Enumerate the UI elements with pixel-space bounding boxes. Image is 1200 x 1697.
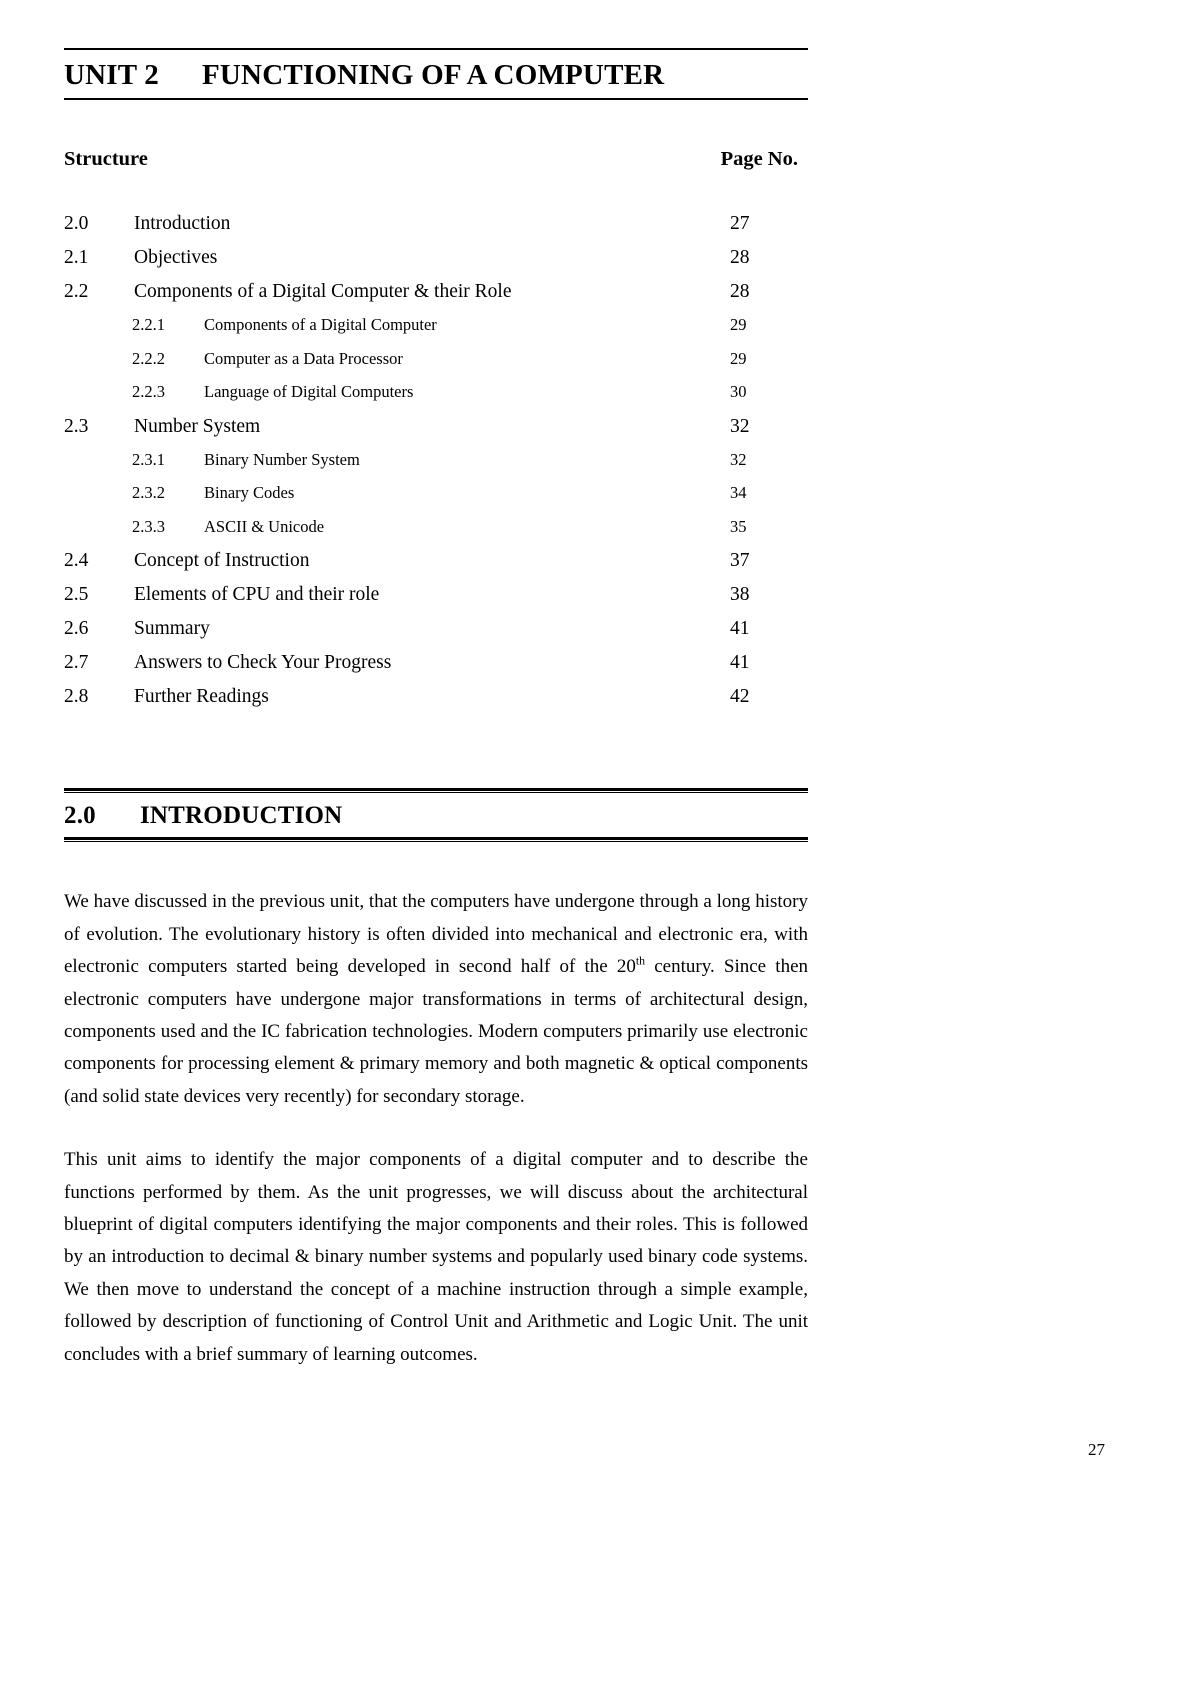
toc-entry-number: 2.6 xyxy=(64,618,89,640)
unit-title-block: UNIT 2 FUNCTIONING OF A COMPUTER xyxy=(64,48,808,101)
toc-entry-number: 2.3.3 xyxy=(132,516,165,536)
section-number: 2.0 xyxy=(64,802,96,830)
toc-entry-title: Language of Digital Computers xyxy=(204,382,414,402)
toc-entry-number: 2.3.1 xyxy=(132,449,165,469)
toc-entry-title: Introduction xyxy=(134,213,231,235)
toc-entry-page: 37 xyxy=(730,550,750,572)
toc-entry-title: Summary xyxy=(134,618,210,640)
toc-entry-page: 29 xyxy=(730,315,747,335)
toc-entry-page: 29 xyxy=(730,348,747,368)
section-heading-block: 2.0 INTRODUCTION xyxy=(64,788,808,843)
toc-entry-title: Computer as a Data Processor xyxy=(204,348,403,368)
toc-entry-title: Binary Number System xyxy=(204,449,360,469)
toc-entry-title: Further Readings xyxy=(134,686,269,708)
toc-row[interactable]: 2.4 Concept of Instruction 37 xyxy=(64,550,808,584)
toc-entry-page: 42 xyxy=(730,686,750,708)
section-rule-bottom xyxy=(64,837,808,843)
toc-entry-number: 2.5 xyxy=(64,584,89,606)
toc-entry-number: 2.2 xyxy=(64,281,89,303)
toc-entry-number: 2.1 xyxy=(64,247,89,269)
toc-entry-page: 41 xyxy=(730,618,750,640)
toc-entry-number: 2.4 xyxy=(64,550,89,572)
folio-page-number: 27 xyxy=(1088,1440,1105,1459)
toc-entry-number: 2.0 xyxy=(64,213,89,235)
toc-entry-title: Answers to Check Your Progress xyxy=(134,652,392,674)
table-of-contents: 2.0 Introduction 27 2.1 Objectives 28 2.2 Compo… xyxy=(64,213,808,720)
toc-entry-page: 41 xyxy=(730,652,750,674)
toc-row[interactable]: 2.2.2 Computer as a Data Processor 29 xyxy=(64,349,808,383)
body-text: We have discussed in the previous unit, … xyxy=(64,886,808,1371)
toc-entry-page: 30 xyxy=(730,382,747,402)
section-heading: 2.0 INTRODUCTION xyxy=(64,793,808,837)
toc-row[interactable]: 2.5 Elements of CPU and their role 38 xyxy=(64,584,808,618)
toc-row[interactable]: 2.3.3 ASCII & Unicode 35 xyxy=(64,517,808,551)
toc-row[interactable]: 2.3.2 Binary Codes 34 xyxy=(64,483,808,517)
toc-entry-number: 2.3.2 xyxy=(132,483,165,503)
document-page: UNIT 2 FUNCTIONING OF A COMPUTER Structu… xyxy=(0,0,1200,1697)
toc-row[interactable]: 2.7 Answers to Check Your Progress 41 xyxy=(64,652,808,686)
paragraph-1: We have discussed in the previous unit, … xyxy=(64,886,808,1113)
section-title: INTRODUCTION xyxy=(140,802,343,830)
toc-entry-page: 35 xyxy=(730,516,747,536)
toc-entry-number: 2.3 xyxy=(64,415,89,437)
toc-row[interactable]: 2.2 Components of a Digital Computer & th… xyxy=(64,281,808,315)
unit-title: UNIT 2 FUNCTIONING OF A COMPUTER xyxy=(64,50,808,98)
toc-entry-title: Concept of Instruction xyxy=(134,550,310,572)
ordinal-superscript: th xyxy=(635,954,646,968)
structure-label: Structure xyxy=(64,148,148,171)
toc-entry-title: Components of a Digital Computer & their… xyxy=(134,281,512,303)
toc-row[interactable]: 2.3.1 Binary Number System 32 xyxy=(64,450,808,484)
toc-row[interactable]: 2.3 Number System 32 xyxy=(64,416,808,450)
toc-row[interactable]: 2.0 Introduction 27 xyxy=(64,213,808,247)
paragraph-1-part-b: century. Since then electronic computers… xyxy=(64,956,808,1107)
toc-entry-page: 28 xyxy=(730,281,750,303)
unit-name: FUNCTIONING OF A COMPUTER xyxy=(202,59,665,91)
unit-title-rule-bottom xyxy=(64,98,808,101)
toc-entry-title: Components of a Digital Computer xyxy=(204,315,437,335)
toc-entry-number: 2.7 xyxy=(64,652,89,674)
toc-entry-page: 34 xyxy=(730,483,747,503)
toc-row[interactable]: 2.6 Summary 41 xyxy=(64,618,808,652)
toc-row[interactable]: 2.1 Objectives 28 xyxy=(64,247,808,281)
toc-entry-number: 2.2.3 xyxy=(132,382,165,402)
structure-header: Structure Page No. xyxy=(64,148,808,171)
toc-entry-page: 32 xyxy=(730,449,747,469)
toc-entry-number: 2.2.1 xyxy=(132,315,165,335)
toc-row[interactable]: 2.2.1 Components of a Digital Computer 29 xyxy=(64,315,808,349)
toc-entry-page: 38 xyxy=(730,584,750,606)
toc-entry-title: ASCII & Unicode xyxy=(204,516,325,536)
page-no-label: Page No. xyxy=(720,148,798,171)
toc-entry-title: Elements of CPU and their role xyxy=(134,584,380,606)
unit-number: UNIT 2 xyxy=(64,59,159,91)
page-content-column: UNIT 2 FUNCTIONING OF A COMPUTER Structu… xyxy=(64,0,808,1371)
toc-row[interactable]: 2.8 Further Readings 42 xyxy=(64,686,808,720)
toc-entry-title: Objectives xyxy=(134,247,218,269)
toc-entry-page: 27 xyxy=(730,213,750,235)
toc-entry-page: 32 xyxy=(730,415,750,437)
toc-entry-number: 2.8 xyxy=(64,686,89,708)
toc-entry-title: Number System xyxy=(134,415,261,437)
toc-entry-number: 2.2.2 xyxy=(132,348,165,368)
toc-entry-page: 28 xyxy=(730,247,750,269)
toc-entry-title: Binary Codes xyxy=(204,483,295,503)
toc-row[interactable]: 2.2.3 Language of Digital Computers 30 xyxy=(64,382,808,416)
paragraph-2: This unit aims to identify the major com… xyxy=(64,1149,808,1365)
